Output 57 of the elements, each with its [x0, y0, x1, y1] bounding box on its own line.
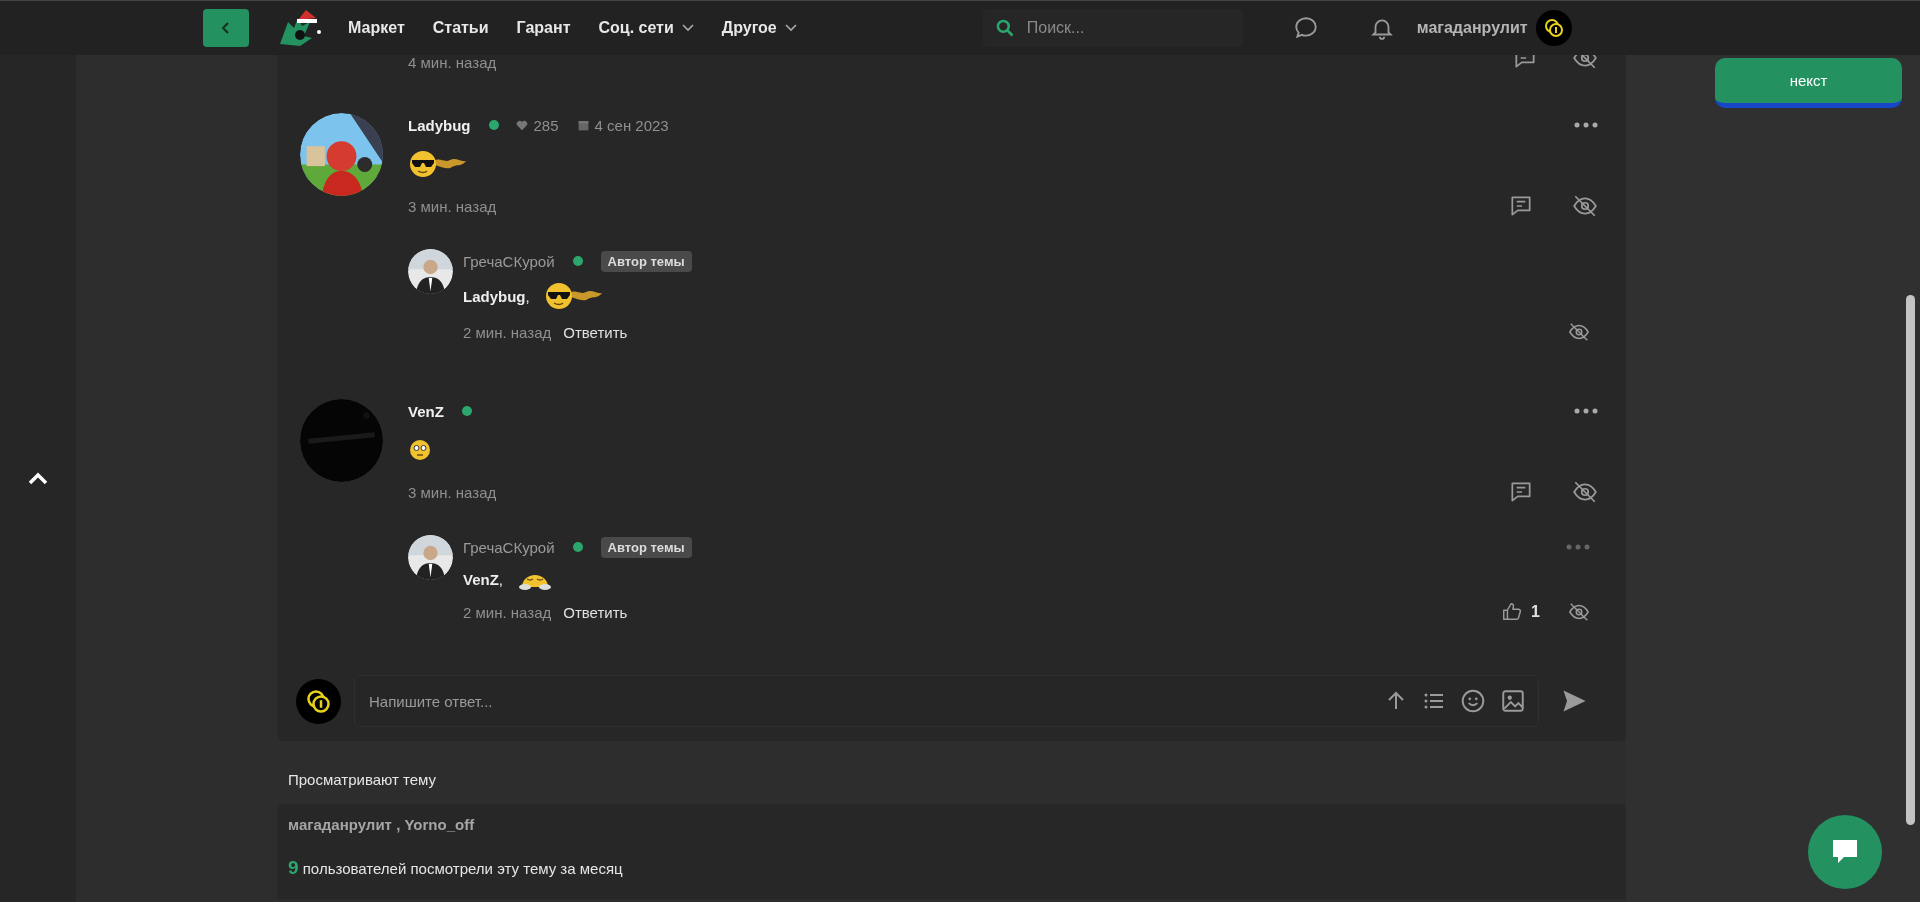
scrollbar-thumb[interactable] — [1906, 295, 1915, 825]
search-icon — [994, 18, 1015, 38]
smiley-icon — [408, 438, 432, 462]
comment-time: 3 мин. назад — [408, 197, 497, 215]
comment-time: 3 мин. назад — [408, 483, 497, 501]
eye-slash-icon — [1572, 479, 1598, 505]
thumbs-up-icon — [1501, 601, 1524, 623]
search-field[interactable]: Поиск... — [1024, 18, 1229, 38]
smiley-icon — [1460, 688, 1486, 714]
comment-time: 4 мин. назад — [408, 55, 497, 71]
reply-link[interactable]: Ответить — [563, 323, 628, 341]
eye-slash-icon — [1572, 193, 1598, 219]
viewer-names: магаданрулит , Yorno_off — [288, 816, 476, 833]
logo-icon[interactable] — [278, 8, 322, 48]
chat-icon — [1830, 838, 1860, 866]
next-button[interactable]: некст — [1715, 58, 1902, 108]
views-count-text: 9 пользователей посмотрели эту тему за месяц — [288, 857, 624, 879]
reply-box[interactable]: Напишите ответ... — [354, 675, 1539, 727]
back-button[interactable] — [203, 9, 249, 47]
author-name[interactable]: ГречаСКурой — [463, 538, 555, 556]
user-avatar-icon[interactable] — [1535, 10, 1572, 46]
likes-count: 1 — [1531, 603, 1540, 621]
sunglasses-smiley-icon — [408, 149, 468, 179]
comment-icon — [1508, 479, 1534, 505]
heart-icon — [514, 118, 529, 132]
image-icon — [1500, 688, 1526, 714]
reply-link[interactable]: Ответить — [563, 603, 628, 621]
calendar-icon — [576, 118, 590, 132]
eye-slash-icon — [1568, 321, 1590, 343]
comment-icon — [1508, 193, 1534, 219]
nav-link[interactable]: Статьи — [432, 19, 489, 37]
reply-field[interactable]: Напишите ответ... — [367, 691, 1370, 711]
nav-link[interactable]: Соц. сети — [598, 19, 694, 37]
likes-count: 285 — [533, 116, 559, 134]
search-bar[interactable]: Поиск... — [982, 9, 1243, 47]
author-badge: Автор темы — [600, 250, 692, 272]
join-date: 4 сен 2023 — [594, 116, 669, 134]
nav-link[interactable]: Другое — [721, 19, 797, 37]
nav-link[interactable]: Маркет — [348, 19, 405, 37]
author-name[interactable]: Ladybug — [408, 116, 471, 134]
user-avatar-icon[interactable] — [296, 678, 341, 724]
scroll-up-button[interactable] — [27, 471, 49, 486]
sunglasses-smiley-icon — [543, 281, 604, 311]
author-badge: Автор темы — [600, 536, 692, 558]
more-icon[interactable] — [1574, 122, 1598, 128]
username-link[interactable]: магаданрулит — [1416, 19, 1528, 37]
section-title: Просматривают тему — [288, 771, 437, 788]
eye-slash-icon — [1568, 601, 1590, 623]
more-icon[interactable] — [1574, 408, 1598, 414]
comment-time: 2 мин. назад — [463, 323, 552, 341]
comment-time: 2 мин. назад — [463, 603, 552, 621]
author-name[interactable]: ГречаСКурой — [463, 252, 555, 270]
chat-icon[interactable] — [1292, 15, 1319, 41]
author-name[interactable]: VenZ — [408, 402, 444, 420]
reply-text: VenZ, — [463, 570, 504, 588]
nav-link[interactable]: Гарант — [516, 19, 571, 37]
reply-text: Ladybug, — [463, 287, 530, 305]
